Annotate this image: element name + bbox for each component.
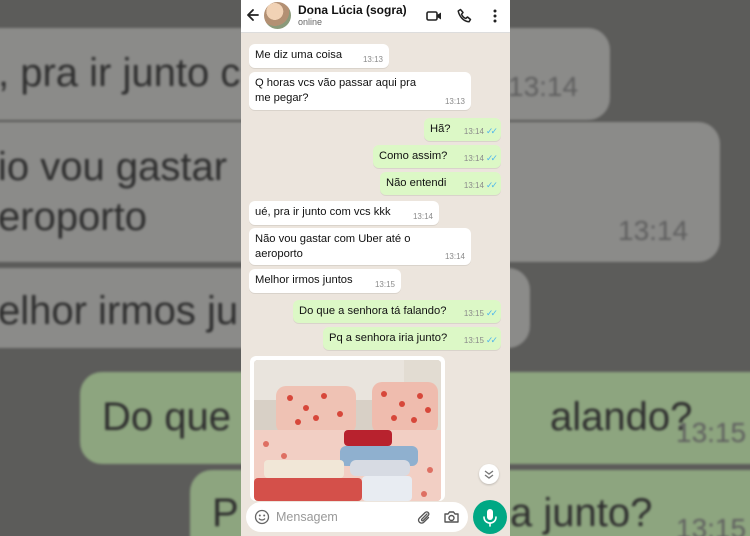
- bg-time: 13:15: [676, 513, 747, 536]
- message-outgoing[interactable]: Como assim? 13:14 ✓✓: [373, 145, 501, 168]
- message-text: Pq a senhora iria junto?: [329, 332, 448, 344]
- message-time: 13:13: [362, 54, 383, 64]
- message-incoming[interactable]: ué, pra ir junto com vcs kkk 13:14: [249, 201, 439, 225]
- contact-status: online: [298, 17, 323, 27]
- attach-icon[interactable]: [416, 509, 432, 525]
- camera-icon[interactable]: [443, 509, 460, 525]
- phone-icon[interactable]: [457, 8, 473, 24]
- message-meta: 13:14 ✓✓: [463, 180, 498, 192]
- video-call-icon[interactable]: [426, 8, 442, 24]
- message-input-bar[interactable]: Mensagem: [246, 502, 468, 532]
- message-incoming[interactable]: Q horas vcs vão passar aqui pra me pegar…: [249, 72, 471, 110]
- bg-text: P: [212, 491, 239, 535]
- bg-time: 13:14: [508, 71, 579, 102]
- message-meta: 13:14 ✓✓: [463, 153, 498, 165]
- bedroom-photo[interactable]: [254, 360, 441, 501]
- chat-screen: Dona Lúcia (sogra) online Me diz uma coi…: [241, 0, 510, 536]
- bg-text: a junto?: [510, 491, 653, 535]
- image-message[interactable]: [250, 356, 445, 501]
- bg-text: , pra ir junto c: [0, 51, 241, 95]
- photo-content: [254, 360, 441, 501]
- message-incoming[interactable]: Não vou gastar com Uber até o aeroporto …: [249, 228, 471, 265]
- message-time: 13:13: [444, 96, 465, 106]
- message-text: Me diz uma coisa: [255, 49, 343, 61]
- voice-record-button[interactable]: [473, 500, 507, 534]
- chat-header: Dona Lúcia (sogra) online: [241, 0, 510, 33]
- message-text: ué, pra ir junto com vcs kkk: [255, 206, 391, 218]
- read-ticks-icon: ✓✓: [485, 153, 498, 164]
- more-vert-icon[interactable]: [487, 8, 503, 24]
- message-time: 13:14: [463, 127, 484, 137]
- bg-text: alando?: [550, 395, 693, 439]
- back-arrow-icon[interactable]: [246, 6, 260, 24]
- message-text: Não vou gastar com Uber até o aeroporto: [255, 233, 411, 260]
- message-text: Não entendi: [386, 177, 447, 189]
- message-text: Como assim?: [379, 150, 448, 162]
- avatar[interactable]: [264, 2, 291, 29]
- message-outgoing[interactable]: Hã? 13:14 ✓✓: [424, 118, 501, 141]
- message-time: 13:14: [444, 251, 465, 261]
- message-time: 13:15: [463, 336, 484, 346]
- read-ticks-icon: ✓✓: [485, 126, 498, 137]
- message-text: Hã?: [430, 123, 451, 135]
- mic-icon: [483, 509, 497, 527]
- message-meta: 13:15 ✓✓: [463, 308, 498, 320]
- message-time: 13:15: [374, 279, 395, 289]
- contact-name[interactable]: Dona Lúcia (sogra): [298, 3, 407, 17]
- read-ticks-icon: ✓✓: [485, 308, 498, 319]
- message-time: 13:14: [463, 181, 484, 191]
- bg-text: eroporto: [0, 195, 147, 239]
- message-time: 13:14: [412, 211, 433, 221]
- chevron-down-icon: [484, 470, 494, 479]
- read-ticks-icon: ✓✓: [485, 180, 498, 191]
- message-text: Melhor irmos juntos: [255, 274, 353, 286]
- message-time: 13:15: [463, 309, 484, 319]
- bg-text: Do que: [102, 395, 231, 439]
- message-outgoing[interactable]: Pq a senhora iria junto? 13:15 ✓✓: [323, 327, 501, 350]
- bg-time: 13:14: [618, 215, 689, 246]
- read-ticks-icon: ✓✓: [485, 335, 498, 346]
- scroll-down-button[interactable]: [479, 464, 499, 484]
- message-outgoing[interactable]: Não entendi 13:14 ✓✓: [380, 172, 501, 195]
- message-time: 13:14: [463, 154, 484, 164]
- message-input[interactable]: Mensagem: [276, 510, 338, 524]
- message-text: Do que a senhora tá falando?: [299, 305, 447, 317]
- message-incoming[interactable]: Me diz uma coisa 13:13: [249, 44, 389, 68]
- message-text: Q horas vcs vão passar aqui pra me pegar…: [255, 77, 417, 104]
- bg-text: io vou gastar: [0, 145, 228, 189]
- bg-text: elhor irmos ju: [0, 289, 239, 333]
- message-outgoing[interactable]: Do que a senhora tá falando? 13:15 ✓✓: [293, 300, 501, 323]
- bg-time: 13:15: [676, 417, 747, 448]
- message-meta: 13:15 ✓✓: [463, 335, 498, 347]
- message-meta: 13:14 ✓✓: [463, 126, 498, 138]
- message-incoming[interactable]: Melhor irmos juntos 13:15: [249, 269, 401, 293]
- emoji-icon[interactable]: [254, 509, 270, 525]
